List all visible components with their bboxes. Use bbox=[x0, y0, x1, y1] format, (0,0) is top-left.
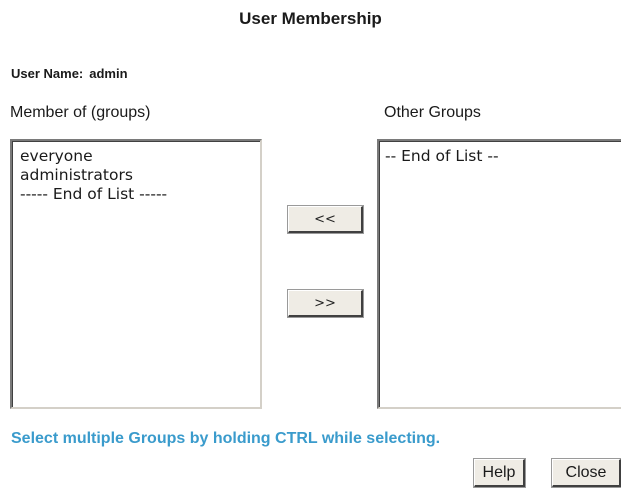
member-of-label: Member of (groups) bbox=[10, 104, 151, 121]
user-name-value: admin bbox=[89, 66, 128, 81]
member-of-listbox[interactable]: everyone administrators ----- End of Lis… bbox=[10, 139, 262, 409]
other-groups-label: Other Groups bbox=[384, 104, 481, 121]
member-of-option-administrators[interactable]: administrators bbox=[20, 166, 260, 185]
other-groups-listbox[interactable]: -- End of List -- bbox=[377, 139, 621, 409]
page-title: User Membership bbox=[239, 9, 382, 28]
user-name-label: User Name: bbox=[11, 66, 84, 81]
multi-select-hint: Select multiple Groups by holding CTRL w… bbox=[11, 430, 441, 447]
remove-from-member-button[interactable]: >> bbox=[287, 289, 364, 318]
member-of-option-end-of-list[interactable]: ----- End of List ----- bbox=[20, 185, 260, 204]
user-name-row: User Name: admin bbox=[11, 66, 128, 81]
help-button[interactable]: Help bbox=[473, 458, 526, 488]
add-to-member-button[interactable]: << bbox=[287, 205, 364, 234]
member-of-option-everyone[interactable]: everyone bbox=[20, 147, 260, 166]
other-groups-option-end-of-list[interactable]: -- End of List -- bbox=[385, 147, 621, 166]
close-button[interactable]: Close bbox=[551, 458, 621, 488]
